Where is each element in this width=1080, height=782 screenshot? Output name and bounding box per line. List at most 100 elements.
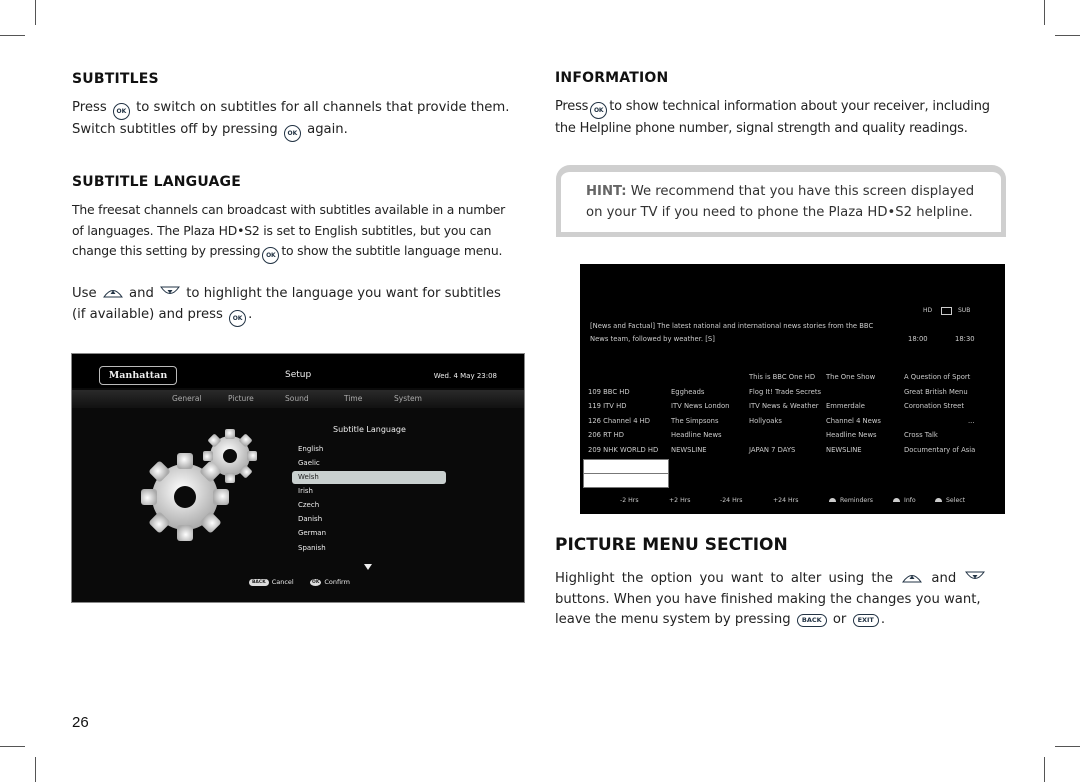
blank-row <box>583 473 669 488</box>
information-heading: INFORMATION <box>555 70 669 86</box>
programme-description: [News and Factual] The latest national a… <box>590 322 874 330</box>
footer-action[interactable]: +2 Hrs <box>669 497 691 504</box>
reminders-icon <box>829 498 836 502</box>
language-option[interactable]: Czech <box>298 501 319 509</box>
select-icon <box>935 498 942 502</box>
programme-cell[interactable]: Great British Menu <box>904 388 968 396</box>
tab-time[interactable]: Time <box>344 394 362 403</box>
programme-cell[interactable]: ITV News London <box>671 402 729 410</box>
setup-tabs: General Picture Sound Time System <box>72 390 524 408</box>
programme-cell[interactable]: The Simpsons <box>671 417 719 425</box>
tab-system[interactable]: System <box>394 394 422 403</box>
channel-name[interactable]: 209 NHK WORLD HD <box>588 446 658 454</box>
gears-icon <box>141 429 257 541</box>
crop-mark <box>0 35 25 36</box>
programme-description: News team, followed by weather. [S] <box>590 335 715 343</box>
setup-title: Setup <box>285 370 312 380</box>
subtitle-language-list-title: Subtitle Language <box>333 425 406 434</box>
picture-menu-paragraph: buttons. When you have finished making t… <box>555 591 981 627</box>
subtitle-language-section: SUBTITLE LANGUAGE The freesat channels c… <box>72 174 527 327</box>
programme-cell[interactable]: ITV News & Weather <box>749 402 819 410</box>
hd-indicator: HD <box>923 307 933 314</box>
cancel-hint[interactable]: BACK Cancel <box>249 578 294 586</box>
channel-name[interactable]: 119 ITV HD <box>588 402 626 410</box>
crop-mark <box>0 746 25 747</box>
programme-cell[interactable]: A Question of Sport <box>904 373 970 381</box>
programme-cell[interactable]: NEWSLINE <box>671 446 707 454</box>
back-button-icon: BACK <box>796 614 827 627</box>
guide-screen-screenshot: HD SUB [News and Factual] The latest nat… <box>580 264 1005 514</box>
channel-name[interactable]: 126 Channel 4 HD <box>588 417 650 425</box>
language-option-selected[interactable]: Welsh <box>298 473 319 481</box>
setup-header: Manhattan Setup Wed. 4 May 23:08 <box>72 354 524 388</box>
programme-cell[interactable]: NEWSLINE <box>826 446 862 454</box>
manhattan-logo: Manhattan <box>99 366 177 385</box>
picture-menu-heading: PICTURE MENU SECTION <box>555 535 788 555</box>
aspect-icon <box>941 307 952 315</box>
programme-cell[interactable]: JAPAN 7 DAYS <box>749 446 795 454</box>
ok-key-icon: OK <box>310 579 322 586</box>
programme-cell[interactable]: Coronation Street <box>904 402 964 410</box>
programme-cell[interactable]: The One Show <box>826 373 875 381</box>
down-arrow-button-icon <box>965 571 986 579</box>
language-option[interactable]: Danish <box>298 515 322 523</box>
start-time: 18:00 <box>908 335 928 343</box>
programme-cell[interactable]: Hollyoaks <box>749 417 782 425</box>
channel-name[interactable]: 109 BBC HD <box>588 388 630 396</box>
picture-menu-paragraph: Highlight the option you want to alter u… <box>555 569 1010 590</box>
subtitle-language-heading: SUBTITLE LANGUAGE <box>72 174 241 190</box>
setup-screen-screenshot: Manhattan Setup Wed. 4 May 23:08 General… <box>71 353 525 603</box>
setup-datetime: Wed. 4 May 23:08 <box>433 372 497 380</box>
confirm-hint[interactable]: OK Confirm <box>310 578 350 586</box>
ok-button-icon: OK <box>229 309 247 327</box>
hint-label: HINT: <box>586 184 627 199</box>
programme-cell[interactable]: Channel 4 News <box>826 417 881 425</box>
footer-action[interactable]: Select <box>935 497 965 504</box>
channel-name[interactable]: 206 RT HD <box>588 431 624 439</box>
down-arrow-button-icon <box>160 286 181 294</box>
subtitle-language-instructions: Use and to highlight the language you wa… <box>72 284 527 327</box>
programme-cell[interactable]: Documentary of Asia <box>904 446 975 454</box>
tab-picture[interactable]: Picture <box>228 394 254 403</box>
page-number: 26 <box>72 714 89 731</box>
footer-action[interactable]: Reminders <box>829 497 873 504</box>
information-section: INFORMATION Press OK to show technical inf… <box>555 70 1010 140</box>
scroll-down-arrow-icon[interactable] <box>364 564 372 570</box>
footer-action[interactable]: +24 Hrs <box>773 497 798 504</box>
up-arrow-button-icon <box>902 575 923 583</box>
crop-mark <box>1055 35 1080 36</box>
programme-cell[interactable]: Flog It! Trade Secrets <box>749 388 821 396</box>
programme-cell[interactable]: Eggheads <box>671 388 704 396</box>
tab-sound[interactable]: Sound <box>285 394 309 403</box>
programme-cell[interactable]: Emmerdale <box>826 402 865 410</box>
subtitles-section: SUBTITLES Press OK to switch on subtitle… <box>72 71 527 142</box>
crop-mark <box>1044 0 1045 25</box>
up-arrow-button-icon <box>102 290 123 298</box>
programme-cell[interactable]: This is BBC One HD <box>749 373 815 381</box>
language-option[interactable]: Spanish <box>298 544 326 552</box>
ok-button-icon: OK <box>112 103 130 120</box>
back-key-icon: BACK <box>249 579 269 586</box>
ok-button-icon: OK <box>283 125 301 142</box>
subtitle-language-paragraph: The freesat channels can broadcast with … <box>72 200 527 264</box>
footer-action[interactable]: Info <box>893 497 916 504</box>
programme-cell[interactable]: Cross Talk <box>904 431 938 439</box>
picture-menu-section: PICTURE MENU SECTION Highlight the optio… <box>555 535 1010 631</box>
ok-button-icon: OK <box>262 247 280 264</box>
sub-indicator: SUB <box>958 307 971 314</box>
hint-text: HINT: We recommend that you have this sc… <box>586 184 975 220</box>
programme-cell[interactable]: Headline News <box>826 431 877 439</box>
programme-cell[interactable]: Headline News <box>671 431 722 439</box>
footer-action[interactable]: -24 Hrs <box>720 497 743 504</box>
language-option[interactable]: English <box>298 445 323 453</box>
crop-mark <box>1055 746 1080 747</box>
subtitles-heading: SUBTITLES <box>72 71 159 87</box>
exit-button-icon: EXIT <box>852 614 879 627</box>
crop-mark <box>1044 757 1045 782</box>
language-option[interactable]: Gaelic <box>298 459 320 467</box>
programme-cell[interactable]: ... <box>968 417 974 425</box>
language-option[interactable]: Irish <box>298 487 313 495</box>
tab-general[interactable]: General <box>172 394 202 403</box>
footer-action[interactable]: -2 Hrs <box>620 497 639 504</box>
language-option[interactable]: German <box>298 529 326 537</box>
